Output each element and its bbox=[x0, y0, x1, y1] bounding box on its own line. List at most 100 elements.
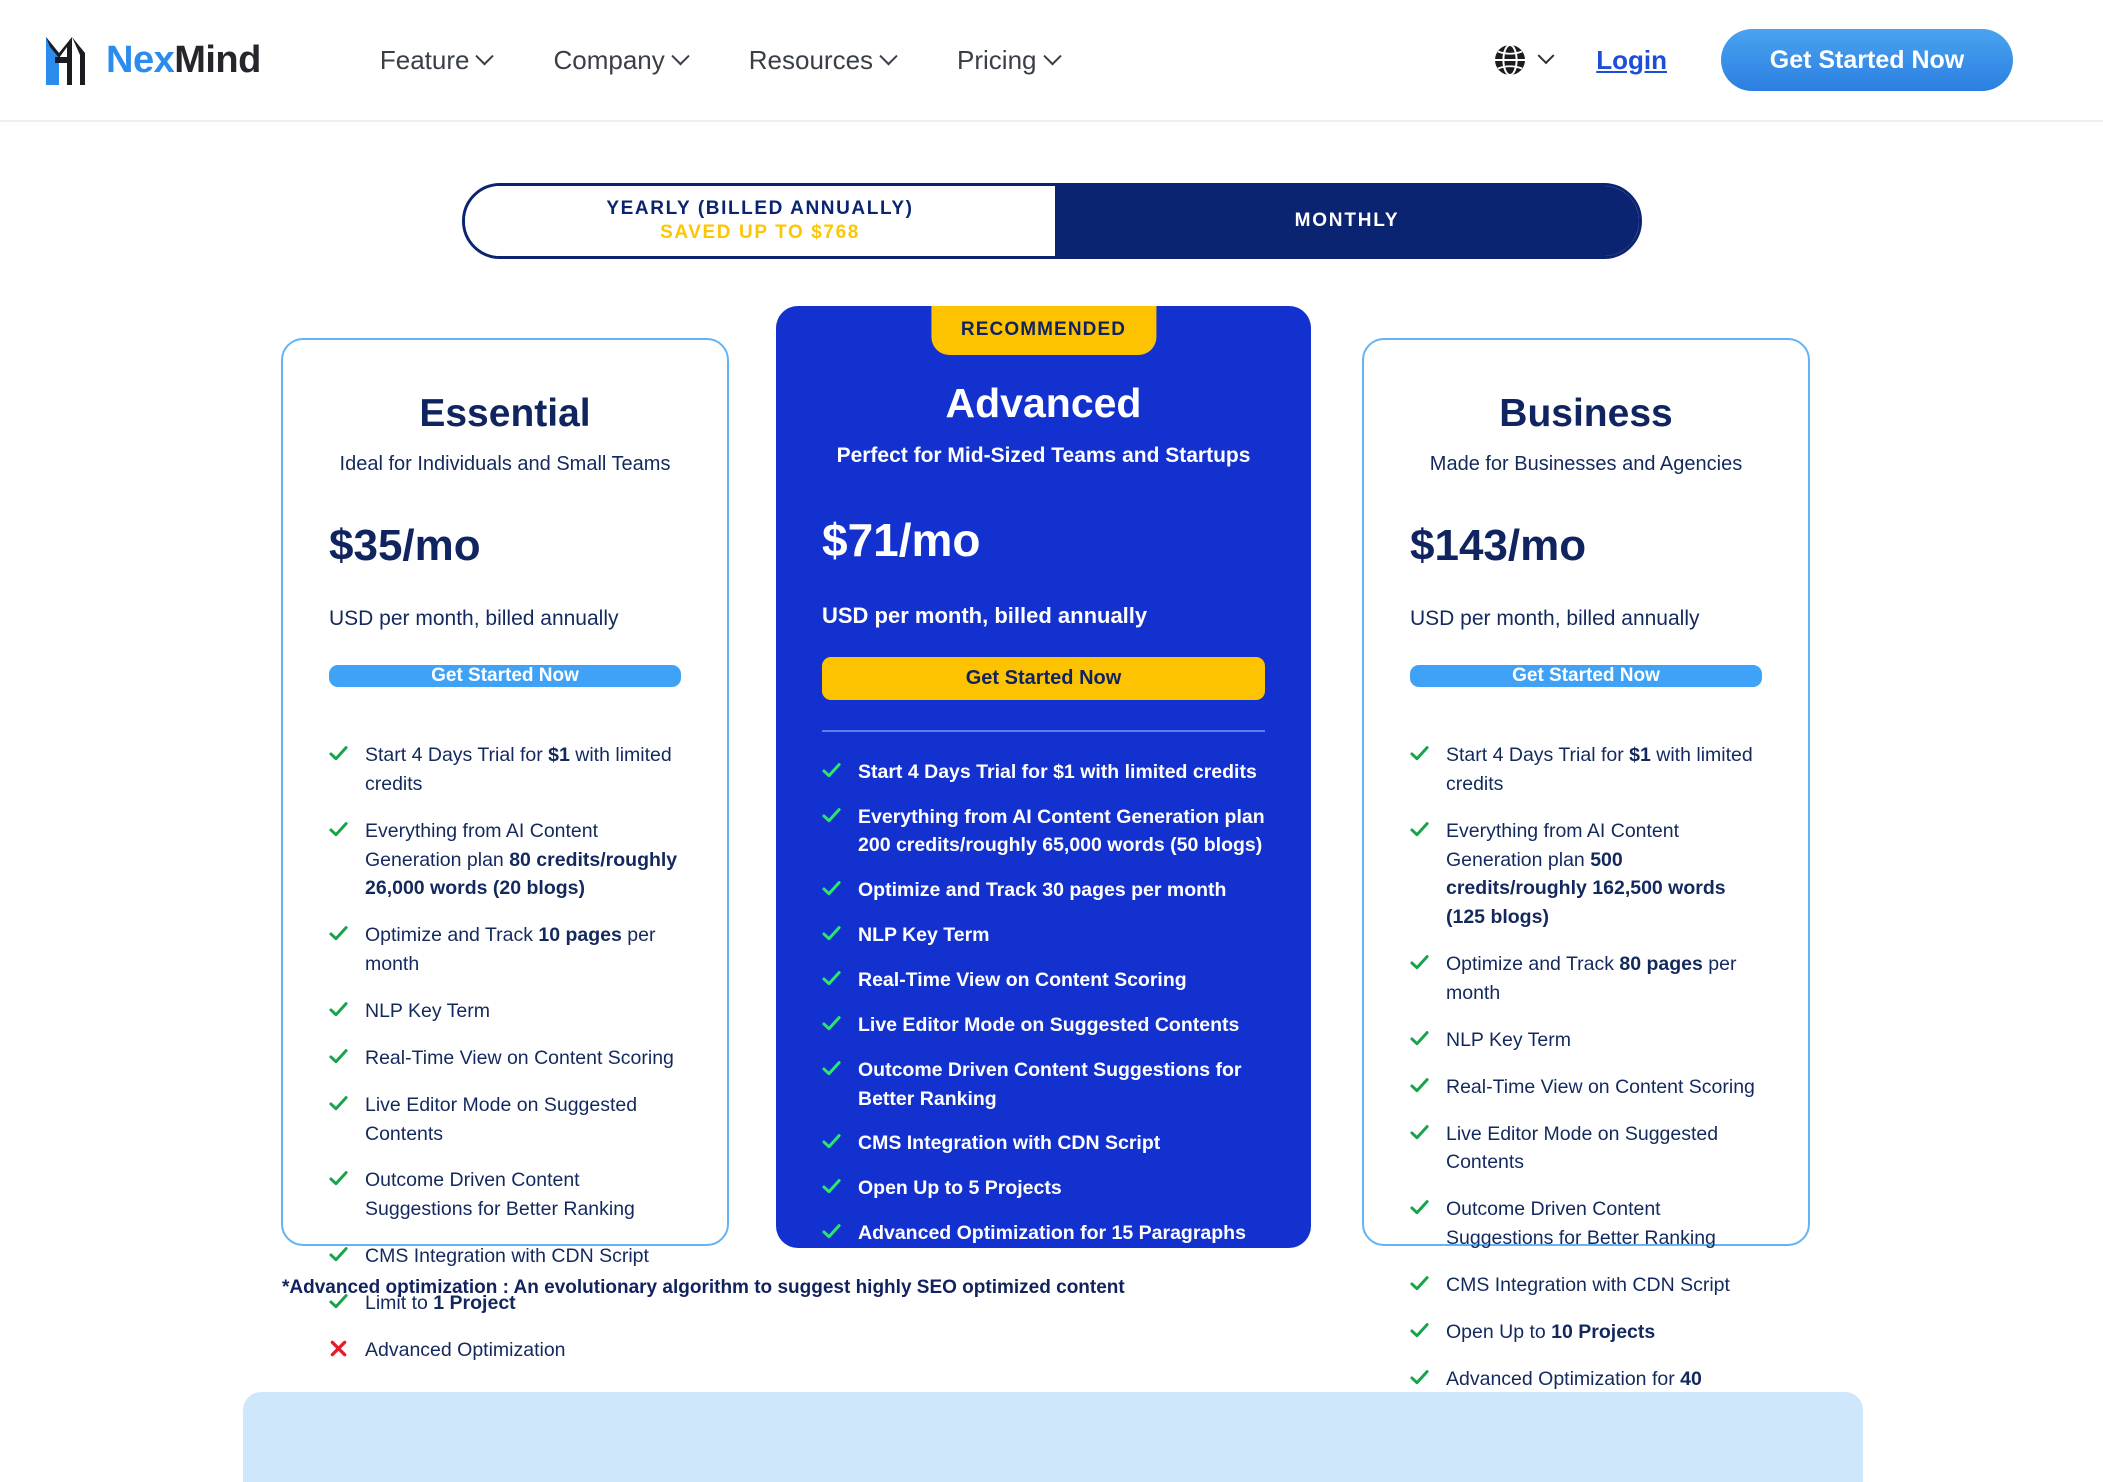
check-icon bbox=[329, 746, 348, 761]
feature-text: Live Editor Mode on Suggested Contents bbox=[365, 1093, 638, 1145]
feature-item: CMS Integration with CDN Script bbox=[822, 1129, 1265, 1158]
check-icon bbox=[329, 1002, 348, 1017]
pricing-cards: Essential Ideal for Individuals and Smal… bbox=[0, 0, 2103, 1419]
plan-price-essential: $35/mo bbox=[329, 521, 481, 570]
feature-text: CMS Integration with CDN Script bbox=[1446, 1274, 1730, 1297]
bottom-panel bbox=[243, 1392, 1863, 1482]
check-icon bbox=[822, 971, 841, 986]
feature-list-essential: Start 4 Days Trial for $1 with limited c… bbox=[329, 741, 681, 1365]
feature-item: Optimize and Track 10 pages per month bbox=[329, 921, 681, 979]
check-icon bbox=[329, 1247, 348, 1262]
feature-item: Open Up to 10 Projects bbox=[1410, 1318, 1762, 1347]
check-icon bbox=[1410, 1200, 1429, 1215]
plan-get-started-button-business[interactable]: Get Started Now bbox=[1410, 665, 1762, 687]
feature-text: CMS Integration with CDN Script bbox=[365, 1245, 649, 1268]
feature-item: Live Editor Mode on Suggested Contents bbox=[822, 1011, 1265, 1040]
feature-text: Real-Time View on Content Scoring bbox=[1446, 1075, 1755, 1098]
check-icon bbox=[1410, 1124, 1429, 1139]
feature-text: Optimize and Track 80 pages per month bbox=[1446, 953, 1737, 1005]
check-icon bbox=[329, 821, 348, 836]
feature-text: Live Editor Mode on Suggested Contents bbox=[858, 1013, 1240, 1036]
check-icon bbox=[329, 926, 348, 941]
feature-list-advanced: Start 4 Days Trial for $1 with limited c… bbox=[822, 758, 1265, 1248]
feature-text: Outcome Driven Content Suggestions for B… bbox=[1446, 1198, 1716, 1250]
plan-name-essential: Essential bbox=[419, 392, 591, 435]
plan-get-started-button-advanced[interactable]: Get Started Now bbox=[822, 657, 1265, 701]
check-icon bbox=[1410, 1323, 1429, 1338]
plan-price-business: $143/mo bbox=[1410, 521, 1587, 570]
feature-item: Start 4 Days Trial for $1 with limited c… bbox=[822, 758, 1265, 787]
check-icon bbox=[1410, 746, 1429, 761]
feature-item: Start 4 Days Trial for $1 with limited c… bbox=[329, 741, 681, 799]
plan-tagline-advanced: Perfect for Mid-Sized Teams and Startups bbox=[836, 444, 1251, 467]
feature-item: Advanced Optimization bbox=[329, 1336, 681, 1365]
feature-item: Outcome Driven Content Suggestions for B… bbox=[822, 1056, 1265, 1114]
feature-text: Start 4 Days Trial for $1 with limited c… bbox=[1446, 744, 1753, 795]
check-icon bbox=[1410, 1031, 1429, 1046]
feature-item: Live Editor Mode on Suggested Contents bbox=[1410, 1120, 1762, 1178]
feature-text: CMS Integration with CDN Script bbox=[858, 1132, 1161, 1155]
feature-item: Outcome Driven Content Suggestions for B… bbox=[1410, 1195, 1762, 1253]
plan-get-started-button-essential[interactable]: Get Started Now bbox=[329, 665, 681, 687]
feature-item: Open Up to 5 Projects bbox=[822, 1174, 1265, 1203]
feature-text: Optimize and Track 10 pages per month bbox=[365, 924, 656, 976]
feature-text: Everything from AI Content Generation pl… bbox=[365, 819, 678, 900]
feature-text: Optimize and Track 30 pages per month bbox=[858, 879, 1227, 902]
feature-item: Outcome Driven Content Suggestions for B… bbox=[329, 1166, 681, 1224]
feature-list-business: Start 4 Days Trial for $1 with limited c… bbox=[1410, 741, 1762, 1422]
check-icon bbox=[822, 926, 841, 941]
feature-text: Everything from AI Content Generation pl… bbox=[858, 805, 1265, 857]
feature-text: Outcome Driven Content Suggestions for B… bbox=[858, 1058, 1242, 1110]
feature-item: Everything from AI Content Generation pl… bbox=[1410, 817, 1762, 932]
feature-text: Start 4 Days Trial for $1 with limited c… bbox=[858, 760, 1257, 783]
plan-price-note-advanced: USD per month, billed annually bbox=[822, 603, 1148, 628]
feature-text: Advanced Optimization bbox=[365, 1338, 566, 1361]
recommended-badge: RECOMMENDED bbox=[930, 306, 1157, 355]
feature-text: Real-Time View on Content Scoring bbox=[365, 1046, 674, 1069]
check-icon bbox=[329, 1049, 348, 1064]
check-icon bbox=[1410, 821, 1429, 836]
feature-item: CMS Integration with CDN Script bbox=[329, 1242, 681, 1271]
plan-price-note-essential: USD per month, billed annually bbox=[329, 607, 619, 630]
check-icon bbox=[329, 1095, 348, 1110]
feature-text: Start 4 Days Trial for $1 with limited c… bbox=[365, 744, 672, 795]
check-icon bbox=[1410, 955, 1429, 970]
check-icon bbox=[822, 1179, 841, 1194]
check-icon bbox=[329, 1171, 348, 1186]
feature-text: Outcome Driven Content Suggestions for B… bbox=[365, 1169, 635, 1221]
check-icon bbox=[1410, 1369, 1429, 1384]
feature-item: Everything from AI Content Generation pl… bbox=[329, 817, 681, 904]
plan-name-advanced: Advanced bbox=[945, 380, 1142, 426]
feature-item: Advanced Optimization for 15 Paragraphs bbox=[822, 1219, 1265, 1248]
plan-price-advanced: $71/mo bbox=[822, 514, 981, 566]
feature-item: NLP Key Term bbox=[1410, 1026, 1762, 1055]
check-icon bbox=[822, 1060, 841, 1075]
pricing-card-advanced: RECOMMENDED Advanced Perfect for Mid-Siz… bbox=[776, 306, 1311, 1248]
check-icon bbox=[822, 1224, 841, 1239]
check-icon bbox=[822, 762, 841, 777]
check-icon bbox=[822, 1015, 841, 1031]
feature-item: Optimize and Track 80 pages per month bbox=[1410, 950, 1762, 1008]
card-divider bbox=[822, 730, 1265, 732]
feature-item: CMS Integration with CDN Script bbox=[1410, 1271, 1762, 1300]
check-icon bbox=[822, 881, 841, 896]
feature-text: Live Editor Mode on Suggested Contents bbox=[1446, 1122, 1719, 1174]
feature-item: Start 4 Days Trial for $1 with limited c… bbox=[1410, 741, 1762, 799]
feature-item: NLP Key Term bbox=[329, 997, 681, 1026]
feature-text: Real-Time View on Content Scoring bbox=[858, 968, 1187, 991]
feature-text: NLP Key Term bbox=[1446, 1028, 1571, 1051]
pricing-card-business: Business Made for Businesses and Agencie… bbox=[1362, 338, 1810, 1419]
plan-price-note-business: USD per month, billed annually bbox=[1410, 607, 1700, 630]
feature-text: NLP Key Term bbox=[858, 924, 990, 947]
plan-name-business: Business bbox=[1499, 392, 1673, 435]
feature-text: Open Up to 5 Projects bbox=[858, 1177, 1062, 1200]
feature-text: Everything from AI Content Generation pl… bbox=[1446, 819, 1726, 929]
feature-item: Optimize and Track 30 pages per month bbox=[822, 876, 1265, 905]
feature-text: Open Up to 10 Projects bbox=[1446, 1320, 1656, 1343]
check-icon bbox=[1410, 1077, 1429, 1092]
feature-item: Live Editor Mode on Suggested Contents bbox=[329, 1091, 681, 1149]
cross-icon bbox=[330, 1340, 347, 1357]
feature-item: Everything from AI Content Generation pl… bbox=[822, 803, 1265, 861]
check-icon bbox=[822, 1134, 841, 1149]
feature-item: Real-Time View on Content Scoring bbox=[822, 966, 1265, 995]
